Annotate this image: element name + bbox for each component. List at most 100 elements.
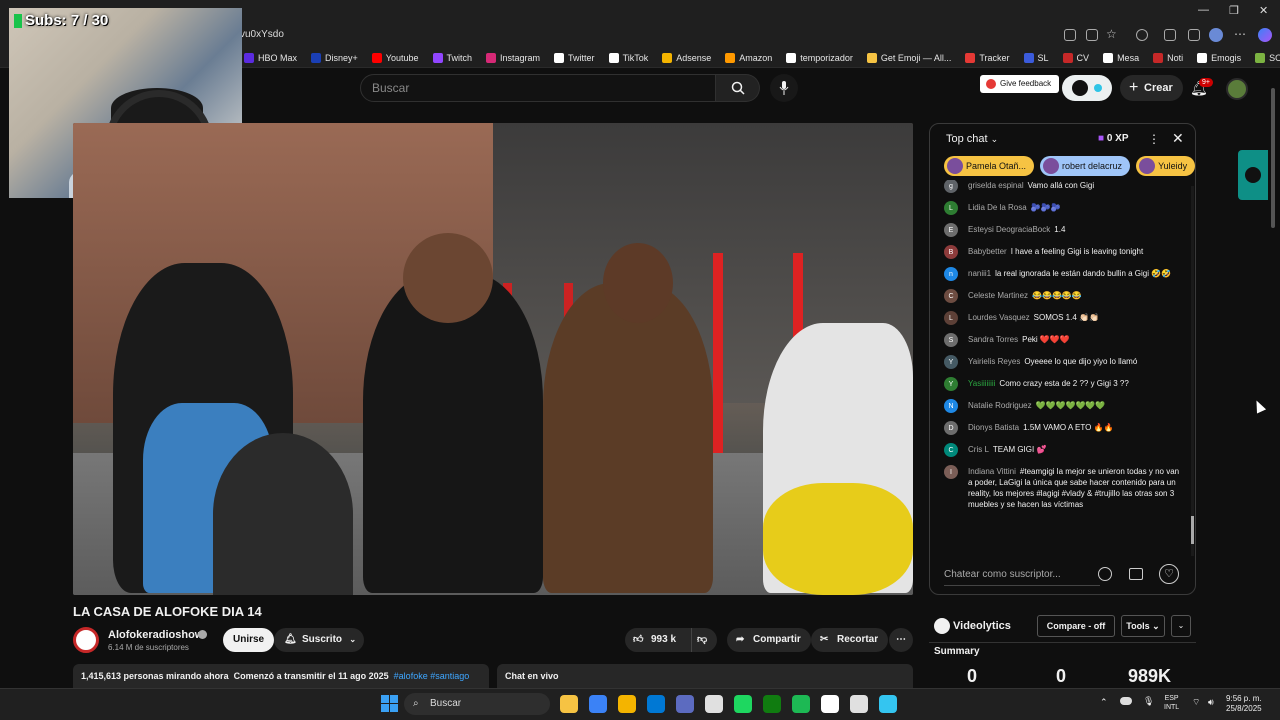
chat-author[interactable]: Esteysi DeograciaBock bbox=[968, 225, 1050, 234]
volume-icon[interactable]: 🔊︎ bbox=[1208, 697, 1214, 708]
videolytics-dropdown[interactable]: ⌄ bbox=[1171, 615, 1191, 637]
chat-avatar[interactable]: Y bbox=[944, 355, 958, 369]
bookmark-8[interactable]: Amazon bbox=[725, 52, 772, 63]
clip-button[interactable]: ✂ Recortar bbox=[811, 628, 889, 652]
taskbar-app-icon[interactable] bbox=[560, 695, 578, 713]
maximize-icon[interactable]: ❐ bbox=[1229, 4, 1239, 17]
super-chat-icon[interactable] bbox=[1129, 568, 1143, 580]
bookmark-7[interactable]: Adsense bbox=[662, 52, 711, 63]
profile-icon[interactable] bbox=[1209, 28, 1223, 42]
wifi-icon[interactable]: ⌔ bbox=[1192, 697, 1200, 708]
taskbar-app-icon[interactable] bbox=[676, 695, 694, 713]
chat-author[interactable]: Yairielis Reyes bbox=[968, 357, 1020, 366]
pinned-donor[interactable]: Yuleidy bbox=[1136, 156, 1195, 176]
share-button[interactable]: ➦ Compartir bbox=[727, 628, 811, 652]
star-icon[interactable]: ☆ bbox=[1106, 27, 1117, 41]
cloud-icon[interactable] bbox=[1120, 697, 1132, 705]
chat-input[interactable]: Chatear como suscriptor... bbox=[944, 564, 1100, 586]
taskbar-app-icon[interactable] bbox=[763, 695, 781, 713]
bookmark-6[interactable]: TikTok bbox=[608, 52, 648, 63]
compare-button[interactable]: Compare - off bbox=[1037, 615, 1115, 637]
chat-author[interactable]: Celeste Martinez bbox=[968, 291, 1028, 300]
minimize-icon[interactable]: — bbox=[1198, 4, 1209, 16]
page-scrollbar[interactable] bbox=[1270, 80, 1276, 680]
extension-toggle[interactable] bbox=[1062, 75, 1112, 101]
bookmark-4[interactable]: Instagram bbox=[486, 52, 540, 63]
taskbar-app-icon[interactable] bbox=[879, 695, 897, 713]
chat-avatar[interactable]: n bbox=[944, 267, 958, 281]
search-input[interactable]: Buscar bbox=[360, 74, 716, 102]
channel-avatar[interactable] bbox=[73, 627, 99, 653]
account-avatar[interactable] bbox=[1226, 78, 1248, 100]
create-button[interactable]: Crear bbox=[1120, 75, 1183, 101]
heart-icon[interactable]: ♡ bbox=[1159, 564, 1179, 584]
chat-author[interactable]: Cris L bbox=[968, 445, 989, 454]
mic-icon[interactable]: 🎙︎ bbox=[1143, 696, 1154, 707]
taskbar-app-icon[interactable] bbox=[792, 695, 810, 713]
hashtags[interactable]: #alofoke #santiago bbox=[394, 671, 470, 681]
more-actions-button[interactable]: ⋯ bbox=[889, 628, 913, 652]
taskbar-app-icon[interactable] bbox=[821, 695, 839, 713]
menu-icon[interactable]: ⋯ bbox=[1234, 27, 1246, 41]
bookmark-9[interactable]: temporizador bbox=[786, 52, 853, 63]
close-window-icon[interactable]: ✕ bbox=[1259, 4, 1268, 17]
taskbar-app-icon[interactable] bbox=[705, 695, 723, 713]
chat-mode-label[interactable]: Top chat bbox=[946, 133, 988, 145]
windows-start-icon[interactable] bbox=[381, 695, 398, 712]
bookmark-16[interactable]: Emogis bbox=[1197, 52, 1241, 63]
thumbs-down-icon[interactable]: 👎︎ bbox=[697, 628, 707, 652]
chat-avatar[interactable]: L bbox=[944, 311, 958, 325]
chevron-up-icon[interactable]: ⌃ bbox=[1100, 697, 1108, 708]
chat-author[interactable]: Yasiiiiiiii bbox=[968, 379, 995, 388]
chat-avatar[interactable]: D bbox=[944, 421, 958, 435]
chat-avatar[interactable]: C bbox=[944, 289, 958, 303]
chat-avatar[interactable]: B bbox=[944, 245, 958, 259]
chat-scrollbar[interactable] bbox=[1191, 186, 1194, 556]
chat-author[interactable]: Sandra Torres bbox=[968, 335, 1018, 344]
clock[interactable]: 9:56 p. m. 25/8/2025 bbox=[1226, 694, 1262, 714]
chat-avatar[interactable]: S bbox=[944, 333, 958, 347]
bookmark-12[interactable]: SL bbox=[1023, 52, 1049, 63]
description-box[interactable]: 1,415,613 personas mirando ahora Comenzó… bbox=[73, 664, 489, 690]
pinned-donor[interactable]: Pamela Otañ... bbox=[944, 156, 1035, 176]
copilot-icon[interactable] bbox=[1258, 28, 1272, 42]
chat-author[interactable]: Babybetter bbox=[968, 247, 1007, 256]
search-button[interactable] bbox=[716, 74, 760, 102]
close-icon[interactable]: ✕ bbox=[1172, 130, 1184, 147]
chat-avatar[interactable]: L bbox=[944, 201, 958, 215]
pinned-donor[interactable]: robert delacruz bbox=[1040, 156, 1131, 176]
bookmark-17[interactable]: SORTEO PICKER bbox=[1255, 52, 1280, 63]
bookmark-14[interactable]: Mesa bbox=[1103, 52, 1139, 63]
bookmark-11[interactable]: Tracker bbox=[965, 52, 1010, 63]
channel-name[interactable]: Alofokeradioshow bbox=[108, 629, 203, 641]
chat-author[interactable]: Lidia De la Rosa bbox=[968, 203, 1027, 212]
translate-icon[interactable] bbox=[1064, 29, 1076, 41]
give-feedback-button[interactable]: Give feedback bbox=[980, 75, 1060, 93]
favorites-icon[interactable] bbox=[1188, 29, 1200, 41]
subscribed-button[interactable]: 🔔︎ Suscrito ⌄ bbox=[274, 628, 365, 652]
bookmark-3[interactable]: Twitch bbox=[432, 52, 472, 63]
chat-avatar[interactable]: I bbox=[944, 465, 958, 479]
emoji-icon[interactable] bbox=[1098, 567, 1112, 581]
chat-author[interactable]: Dionys Batista bbox=[968, 423, 1019, 432]
extension-icon[interactable] bbox=[1136, 29, 1148, 41]
language-indicator[interactable]: ESP INTL bbox=[1164, 694, 1179, 712]
address-url[interactable]: vu0xYsdo bbox=[240, 29, 284, 40]
tools-button[interactable]: Tools ⌄ bbox=[1121, 615, 1165, 637]
chat-menu-icon[interactable]: ⋮ bbox=[1148, 132, 1160, 146]
chat-author[interactable]: Indiana Vittini bbox=[968, 467, 1016, 476]
taskbar-app-icon[interactable] bbox=[647, 695, 665, 713]
bookmark-5[interactable]: Twitter bbox=[554, 52, 595, 63]
chat-author[interactable]: griselda espinal bbox=[968, 181, 1024, 190]
voice-search-button[interactable] bbox=[770, 74, 798, 102]
bookmark-10[interactable]: Get Emoji — All... bbox=[866, 52, 951, 63]
chat-avatar[interactable]: N bbox=[944, 399, 958, 413]
xp-badge[interactable]: ■ 0 XP bbox=[1098, 133, 1129, 144]
bookmark-0[interactable]: HBO Max bbox=[244, 52, 297, 63]
like-button[interactable]: 👍︎ 993 k 👎︎ bbox=[625, 628, 717, 652]
chat-author[interactable]: naniii1 bbox=[968, 269, 991, 278]
chat-avatar[interactable]: g bbox=[944, 180, 958, 193]
video-player[interactable] bbox=[73, 123, 913, 595]
apps-icon[interactable] bbox=[1086, 29, 1098, 41]
chat-author[interactable]: Natalie Rodriguez bbox=[968, 401, 1032, 410]
